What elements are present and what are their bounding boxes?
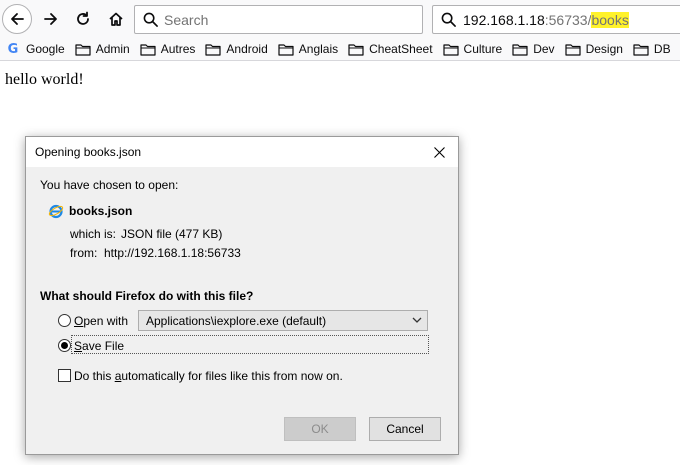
- cancel-button[interactable]: Cancel: [369, 417, 441, 441]
- open-with-accesskey: O: [74, 314, 84, 328]
- back-arrow-icon: [11, 13, 24, 25]
- url-path-highlighted: books: [591, 11, 629, 28]
- which-is-label: which is:: [70, 227, 117, 241]
- chevron-down-icon: [412, 317, 422, 323]
- reload-icon: [77, 11, 89, 25]
- close-icon: [433, 146, 445, 158]
- bookmark-folder-dev[interactable]: Dev: [506, 38, 558, 60]
- dialog-title: Opening books.json: [35, 145, 142, 159]
- bookmark-label: Anglais: [298, 42, 339, 56]
- url-text[interactable]: 192.168.1.18:56733/books: [463, 11, 629, 28]
- bookmark-folder-android[interactable]: Android: [199, 38, 271, 60]
- folder-icon: [442, 43, 459, 56]
- search-input[interactable]: [164, 11, 404, 28]
- dialog-titlebar: Opening books.json: [26, 137, 458, 167]
- home-button[interactable]: [101, 4, 131, 34]
- bookmark-folder-cheatsheet[interactable]: CheatSheet: [342, 38, 436, 60]
- auto-label-pre: Do this: [74, 369, 115, 383]
- bookmark-google[interactable]: G Google: [0, 38, 69, 60]
- open-with-label-text: pen with: [83, 314, 129, 328]
- page-info-icon: [441, 12, 456, 27]
- bookmark-folder-autres[interactable]: Autres: [134, 38, 200, 60]
- action-question: What should Firefox do with this file?: [40, 289, 254, 303]
- save-file-label-text: ave File: [82, 339, 125, 353]
- folder-icon: [205, 43, 222, 56]
- url-host: 192.168.1.18: [463, 11, 545, 28]
- folder-icon: [75, 43, 91, 56]
- file-name: books.json: [69, 204, 133, 218]
- bookmark-label: Google: [26, 42, 65, 56]
- download-dialog: Opening books.json You have chosen to op…: [25, 136, 459, 455]
- folder-icon: [348, 43, 364, 56]
- bookmark-label: Autres: [160, 42, 196, 56]
- open-with-radio[interactable]: [58, 314, 71, 327]
- search-bar[interactable]: [134, 5, 423, 34]
- folder-icon: [140, 43, 156, 56]
- folder-icon: [278, 43, 294, 56]
- save-file-focus-ring: [71, 335, 429, 354]
- file-type-value: JSON file (477 KB): [121, 227, 223, 241]
- dialog-intro: You have chosen to open:: [40, 178, 179, 192]
- bookmarks-toolbar: G Google Admin Autres Android Anglais Ch…: [0, 38, 680, 61]
- navigation-toolbar: 192.168.1.18:56733/books: [0, 0, 680, 38]
- url-port: :56733/: [544, 11, 592, 28]
- bookmark-label: DB: [653, 42, 671, 56]
- folder-icon: [633, 43, 649, 56]
- bookmark-label: Design: [585, 42, 623, 56]
- home-icon: [109, 12, 123, 26]
- bookmark-folder-anglais[interactable]: Anglais: [272, 38, 342, 60]
- save-file-radio[interactable]: [58, 339, 71, 352]
- bookmark-folder-db[interactable]: DB: [627, 38, 675, 60]
- forward-arrow-icon: [44, 13, 57, 25]
- search-icon: [143, 12, 158, 27]
- auto-action-label[interactable]: Do this automatically for files like thi…: [74, 369, 343, 383]
- auto-action-checkbox[interactable]: [58, 369, 71, 382]
- address-bar[interactable]: 192.168.1.18:56733/books: [432, 5, 680, 34]
- folder-icon: [564, 43, 581, 56]
- source-url-value: http://192.168.1.18:56733: [104, 246, 241, 260]
- bookmark-label: Android: [226, 42, 268, 56]
- reload-button[interactable]: [68, 4, 98, 34]
- file-row: books.json: [48, 203, 132, 219]
- save-file-label[interactable]: Save File: [74, 339, 124, 353]
- auto-label-post: utomatically for files like this from no…: [121, 369, 343, 383]
- dialog-close-button[interactable]: [424, 137, 454, 167]
- open-with-label[interactable]: Open with: [74, 314, 128, 328]
- bookmark-folder-culture[interactable]: Culture: [437, 38, 507, 60]
- bookmark-label: Culture: [463, 42, 503, 56]
- page-body-text: hello world!: [5, 71, 84, 88]
- back-button[interactable]: [2, 4, 32, 34]
- bookmark-folder-admin[interactable]: Admin: [69, 38, 134, 60]
- application-select[interactable]: Applications\iexplore.exe (default): [138, 310, 428, 331]
- bookmark-folder-design[interactable]: Design: [559, 38, 627, 60]
- bookmark-label: CheatSheet: [369, 42, 433, 56]
- from-label: from:: [70, 246, 98, 260]
- bookmark-label: Admin: [95, 42, 130, 56]
- bookmark-label: Dev: [533, 42, 555, 56]
- google-icon: G: [7, 41, 19, 57]
- forward-button[interactable]: [36, 4, 66, 34]
- save-file-accesskey: S: [74, 339, 83, 353]
- ok-button[interactable]: OK: [284, 417, 356, 441]
- application-select-value: Applications\iexplore.exe (default): [146, 313, 327, 328]
- folder-icon: [512, 43, 528, 56]
- internet-explorer-icon: [48, 204, 64, 219]
